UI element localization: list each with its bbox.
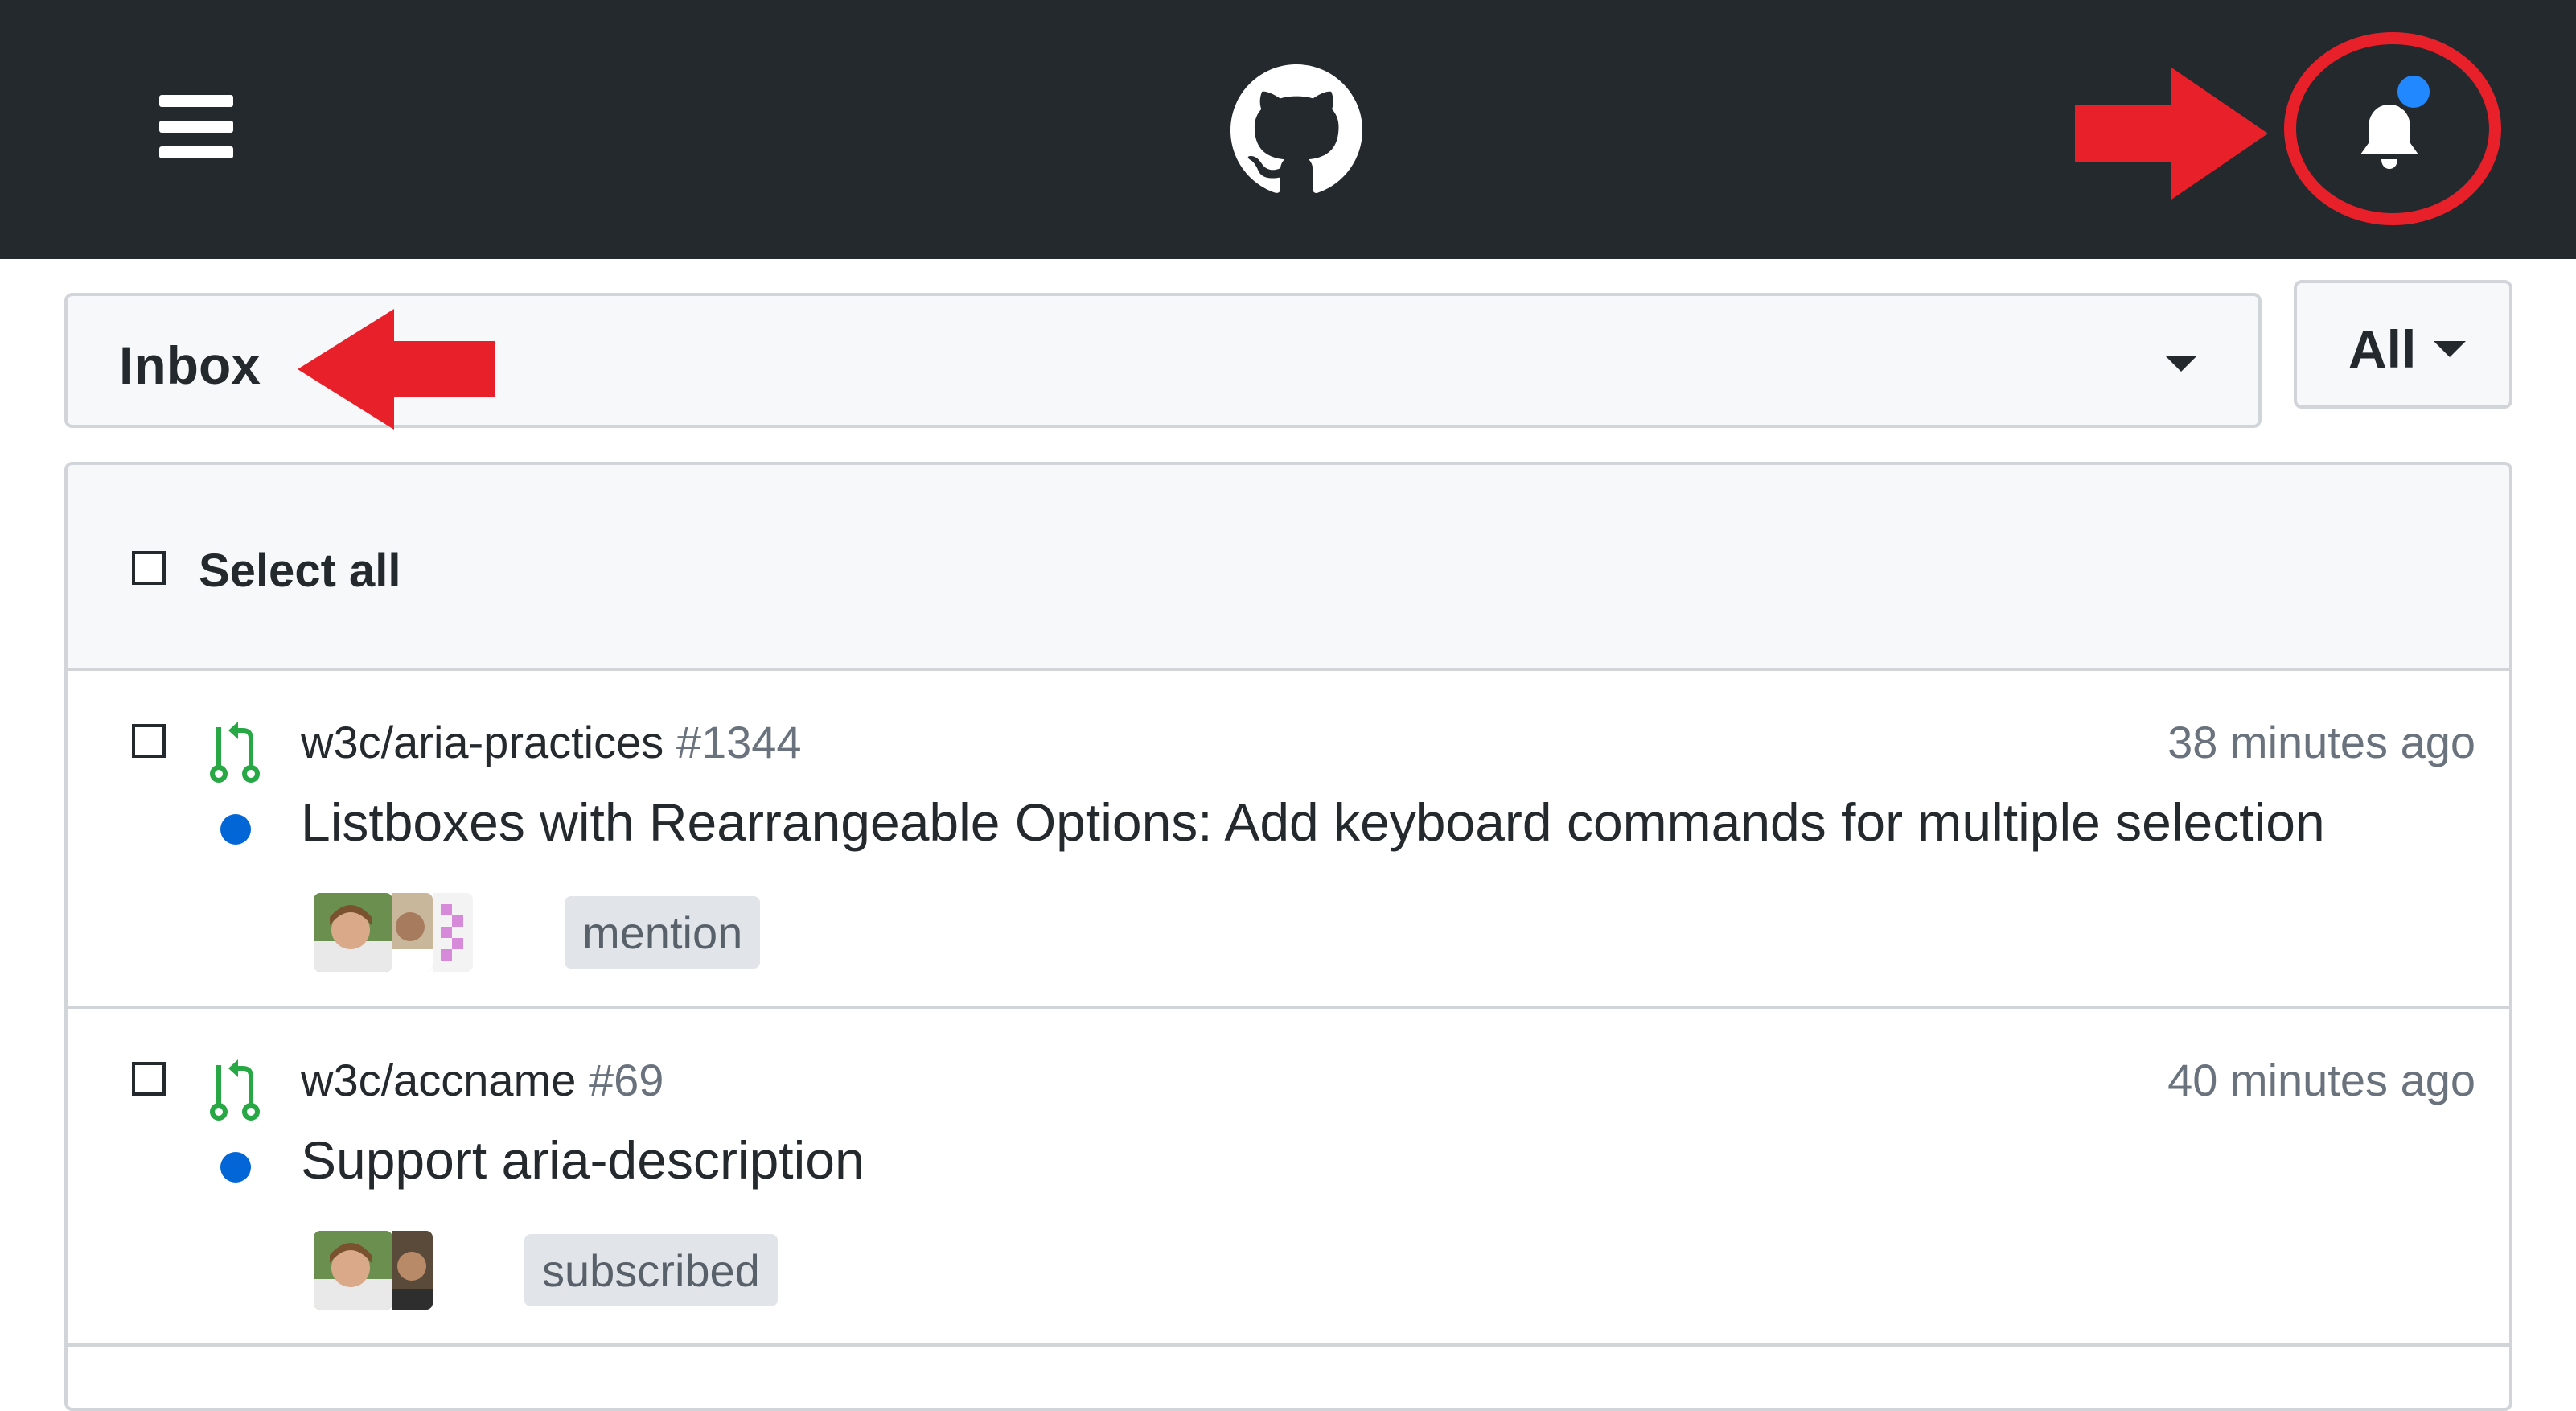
list-header: Select all — [68, 465, 2509, 671]
avatar — [392, 1231, 433, 1310]
notifications-list: Select all w3c/aria-practices #1344 38 m… — [64, 462, 2512, 1411]
notification-checkbox[interactable] — [132, 724, 166, 758]
pull-request-icon — [210, 722, 260, 783]
chevron-down-icon — [2434, 341, 2466, 357]
annotation-arrow-left-icon — [298, 309, 495, 430]
notification-title[interactable]: Support aria-description — [301, 1129, 865, 1191]
avatar — [392, 893, 433, 972]
participant-avatars — [314, 893, 475, 972]
notification-time: 38 minutes ago — [2167, 717, 2475, 767]
participant-avatars — [314, 1231, 434, 1310]
repo-name: w3c/accname — [301, 1055, 577, 1105]
notification-checkbox[interactable] — [132, 1062, 166, 1096]
avatar — [314, 893, 392, 972]
repo-link[interactable]: w3c/accname #69 — [301, 1054, 664, 1106]
unread-notification-indicator — [2393, 71, 2434, 113]
all-filter-button[interactable]: All — [2294, 280, 2512, 409]
pull-request-icon — [210, 1059, 260, 1121]
issue-number: #1344 — [676, 717, 802, 767]
avatar — [314, 1231, 392, 1310]
select-all-label: Select all — [199, 545, 401, 597]
select-all-checkbox[interactable] — [132, 551, 166, 585]
reason-badge: subscribed — [524, 1234, 778, 1306]
repo-name: w3c/aria-practices — [301, 717, 664, 767]
hamburger-menu-icon[interactable] — [159, 95, 233, 159]
github-octocat-icon[interactable] — [1230, 64, 1362, 196]
notification-item[interactable]: w3c/aria-practices #1344 38 minutes ago … — [68, 671, 2509, 1009]
issue-number: #69 — [588, 1055, 664, 1105]
inbox-filter-label: Inbox — [119, 335, 261, 395]
unread-dot — [220, 1152, 251, 1183]
notification-item[interactable]: w3c/accname #69 40 minutes ago Support a… — [68, 1009, 2509, 1347]
notification-title[interactable]: Listboxes with Rearrangeable Options: Ad… — [301, 792, 2325, 853]
annotation-arrow-right-icon — [2075, 68, 2268, 200]
notification-time: 40 minutes ago — [2167, 1055, 2475, 1105]
chevron-down-icon — [2165, 356, 2197, 372]
unread-dot — [220, 814, 251, 845]
reason-badge: mention — [565, 896, 761, 969]
avatar — [433, 893, 473, 972]
top-header — [0, 0, 2576, 259]
all-filter-label: All — [2348, 319, 2417, 379]
repo-link[interactable]: w3c/aria-practices #1344 — [301, 716, 802, 768]
bell-icon[interactable] — [2358, 103, 2421, 171]
